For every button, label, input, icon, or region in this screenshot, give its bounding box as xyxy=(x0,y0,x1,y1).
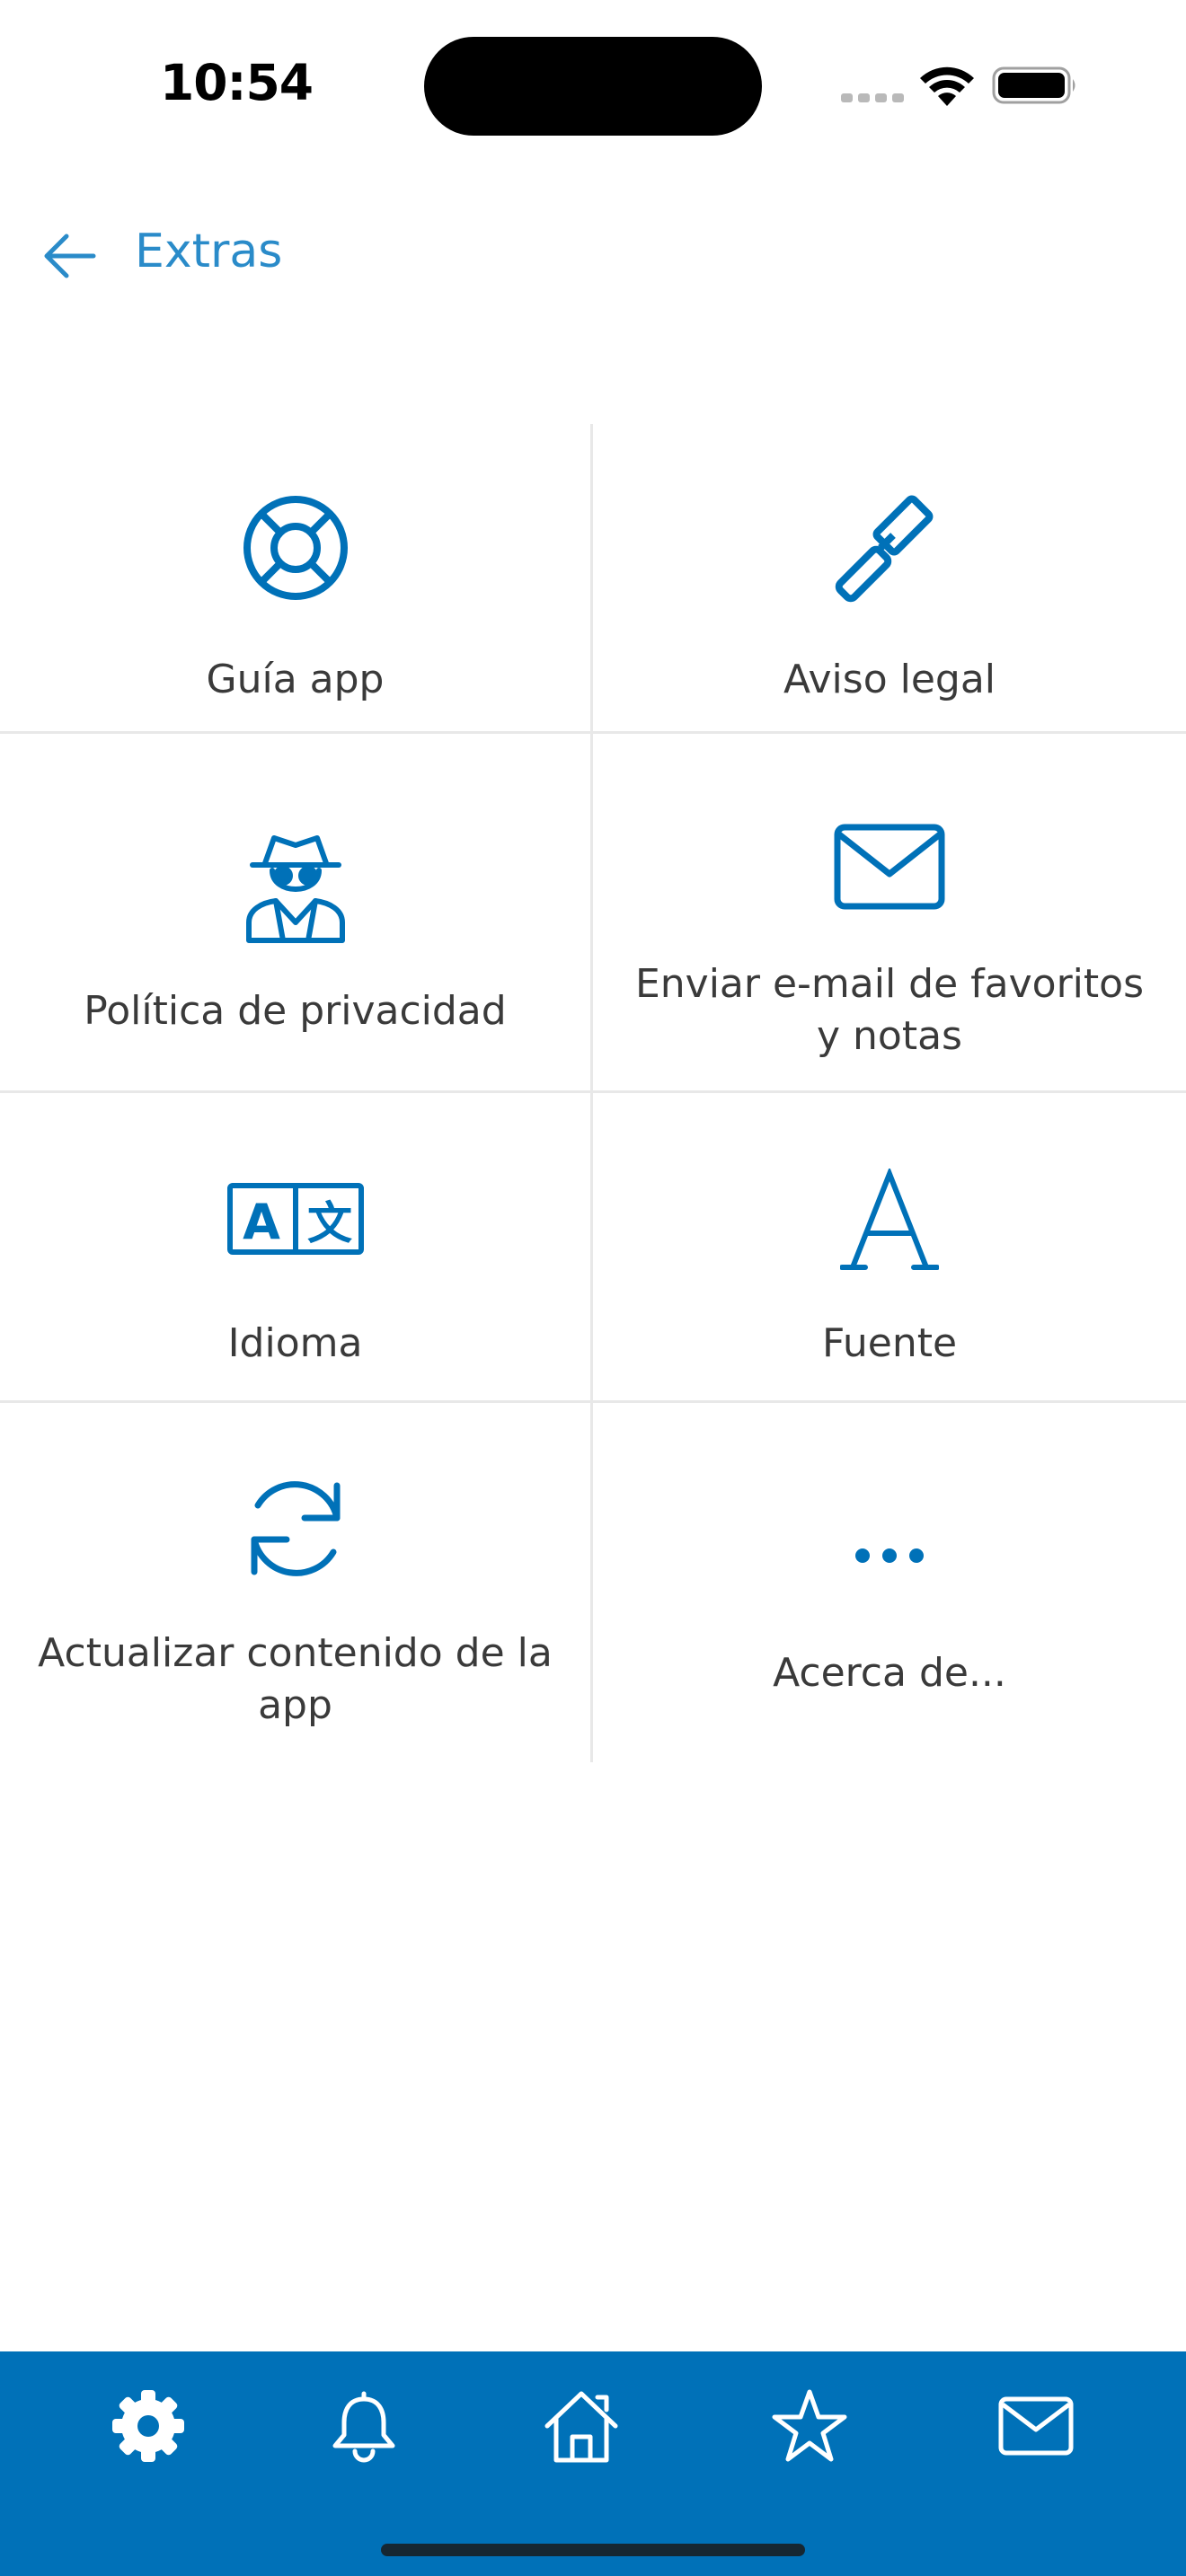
envelope-icon xyxy=(834,824,945,910)
tab-notifications[interactable] xyxy=(314,2377,413,2475)
grid-item-fuente[interactable]: Fuente xyxy=(593,1093,1186,1400)
grid-item-enviar-email[interactable]: Enviar e-mail de favoritos y notas xyxy=(593,734,1186,1090)
extras-grid: Guía app Aviso legal Política de privaci… xyxy=(0,424,1186,1762)
dynamic-island xyxy=(424,37,762,136)
tab-settings[interactable] xyxy=(99,2377,198,2475)
ellipsis-icon xyxy=(855,1548,924,1563)
gavel-icon xyxy=(835,495,934,603)
status-bar: 10:54 xyxy=(0,0,1186,171)
tab-messages[interactable] xyxy=(987,2377,1085,2475)
wifi-icon xyxy=(920,66,974,106)
arrow-left-icon[interactable] xyxy=(40,226,99,286)
grid-item-label: Política de privacidad xyxy=(84,988,507,1034)
svg-text:A: A xyxy=(243,1194,280,1250)
grid-item-label: Actualizar contenido de la app xyxy=(38,1630,553,1728)
header: Extras xyxy=(0,207,1186,305)
grid-item-guia-app[interactable]: Guía app xyxy=(0,424,593,731)
svg-text:文: 文 xyxy=(307,1197,352,1249)
translate-icon: A 文 xyxy=(226,1183,364,1255)
battery-icon xyxy=(992,66,1075,104)
envelope-icon xyxy=(998,2396,1074,2456)
cellular-signal-icon xyxy=(841,93,904,102)
tab-home[interactable] xyxy=(532,2377,631,2475)
grid-item-idioma[interactable]: A 文 Idioma xyxy=(0,1093,593,1400)
grid-item-actualizar[interactable]: Actualizar contenido de la app xyxy=(0,1403,593,1762)
gear-icon xyxy=(112,2390,184,2462)
home-icon xyxy=(544,2391,618,2463)
life-ring-icon xyxy=(243,496,348,600)
grid-item-label: Acerca de... xyxy=(773,1650,1006,1696)
grid-item-acerca-de[interactable]: Acerca de... xyxy=(593,1403,1186,1762)
tab-favorites[interactable] xyxy=(760,2377,859,2475)
bell-icon xyxy=(332,2391,395,2463)
grid-item-label: Enviar e-mail de favoritos y notas xyxy=(634,961,1144,1059)
home-indicator xyxy=(381,2544,805,2556)
grid-item-label: Idioma xyxy=(227,1320,363,1366)
grid-item-label: Fuente xyxy=(821,1320,958,1366)
page-title: Extras xyxy=(135,225,283,278)
star-icon xyxy=(772,2389,847,2462)
grid-item-label: Aviso legal xyxy=(783,657,996,702)
grid-item-politica-privacidad[interactable]: Política de privacidad xyxy=(0,734,593,1090)
sync-icon xyxy=(251,1481,340,1576)
bottom-tab-bar xyxy=(0,2351,1186,2576)
grid-item-aviso-legal[interactable]: Aviso legal xyxy=(593,424,1186,731)
status-time: 10:54 xyxy=(160,54,314,111)
grid-item-label: Guía app xyxy=(206,657,385,702)
spy-icon xyxy=(245,835,345,943)
font-icon xyxy=(840,1169,939,1270)
